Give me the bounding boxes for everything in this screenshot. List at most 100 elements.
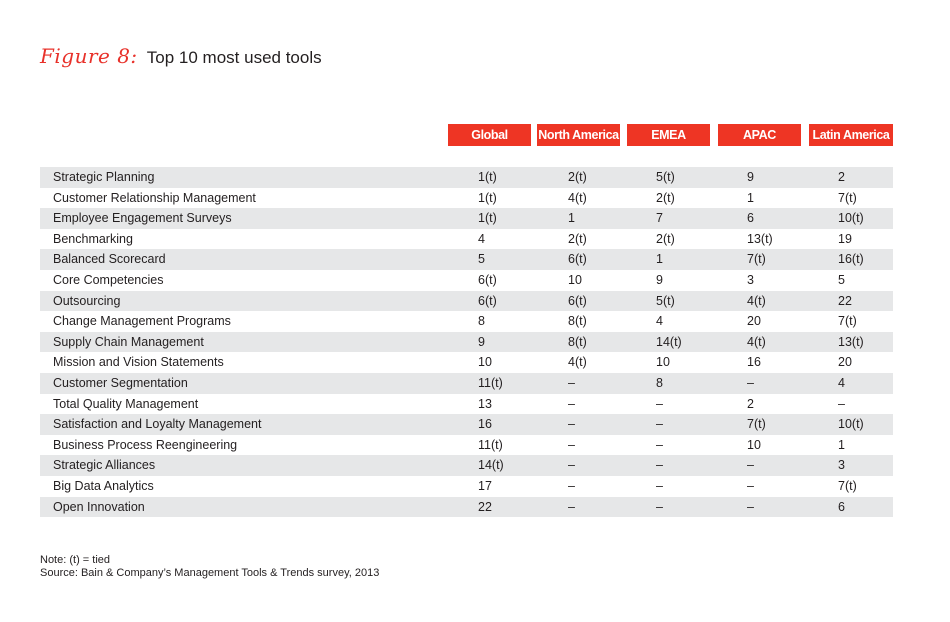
rank-north-america: 8(t): [568, 334, 587, 349]
tool-name: Outsourcing: [53, 293, 121, 308]
rank-apac: 7(t): [747, 417, 766, 432]
table-row: Open Innovation 22 – – – 6: [40, 496, 893, 518]
rank-north-america: –: [568, 478, 575, 493]
table-row: Outsourcing 6(t) 6(t) 5(t) 4(t) 22: [40, 290, 893, 312]
table-row: Benchmarking 4 2(t) 2(t) 13(t) 19: [40, 229, 893, 250]
tool-name: Strategic Alliances: [53, 458, 156, 473]
tool-name: Change Management Programs: [53, 314, 231, 329]
table-row: Balanced Scorecard 5 6(t) 1 7(t) 16(t): [40, 249, 893, 270]
rank-emea: 5(t): [656, 293, 675, 308]
rank-north-america: –: [568, 458, 575, 473]
rank-latin-america: 7(t): [838, 478, 857, 493]
column-header-emea: EMEA: [627, 124, 710, 146]
rank-north-america: 4(t): [568, 355, 587, 370]
rank-global: 6(t): [478, 272, 497, 287]
rank-global: 13: [478, 396, 492, 411]
tool-name: Balanced Scorecard: [53, 252, 166, 267]
table-row: Strategic Alliances 14(t) – – – 3: [40, 455, 893, 476]
rank-global: 11(t): [478, 375, 503, 390]
figure-title: Figure 8: Top 10 most used tools: [40, 44, 322, 68]
tool-name: Supply Chain Management: [53, 334, 204, 349]
table-row: Strategic Planning 1(t) 2(t) 5(t) 9 2: [40, 167, 893, 188]
tool-name: Business Process Reengineering: [53, 437, 238, 452]
rank-global: 4: [478, 231, 485, 246]
rank-emea: 4: [656, 314, 663, 329]
rank-global: 17: [478, 478, 492, 493]
rank-latin-america: 22: [838, 293, 852, 308]
figure-heading: Top 10 most used tools: [146, 48, 322, 67]
tool-name: Core Competencies: [53, 272, 164, 287]
rank-latin-america: 6: [838, 499, 845, 514]
rank-emea: 14(t): [656, 334, 682, 349]
rank-north-america: –: [568, 437, 575, 452]
rank-apac: 7(t): [747, 252, 766, 267]
rank-north-america: 1: [568, 211, 575, 226]
rank-emea: 9: [656, 272, 663, 287]
rank-north-america: 2(t): [568, 231, 587, 246]
rank-north-america: 4(t): [568, 190, 587, 205]
table-row: Change Management Programs 8 8(t) 4 20 7(t): [40, 311, 893, 332]
rank-global: 1(t): [478, 190, 497, 205]
rank-emea: 5(t): [656, 170, 675, 184]
rank-north-america: 8(t): [568, 314, 587, 329]
tool-name: Mission and Vision Statements: [53, 355, 224, 370]
table-row: Supply Chain Management 9 8(t) 14(t) 4(t) 13(…: [40, 331, 893, 353]
rank-latin-america: 7(t): [838, 190, 857, 205]
tool-name: Satisfaction and Loyalty Management: [53, 417, 262, 432]
rank-apac: –: [747, 499, 754, 514]
tool-name: Employee Engagement Surveys: [53, 211, 232, 226]
rank-north-america: 10: [568, 272, 582, 287]
rank-global: 1(t): [478, 211, 497, 226]
rank-latin-america: 20: [838, 355, 852, 370]
rank-apac: 4(t): [747, 293, 766, 308]
rank-apac: 10: [747, 437, 761, 452]
footnote-source: Source: Bain & Company’s Management Tool…: [40, 567, 380, 579]
rank-north-america: –: [568, 375, 575, 390]
figure-label: Figure 8:: [40, 44, 138, 68]
rank-emea: 7: [656, 211, 663, 226]
rank-apac: 4(t): [747, 334, 766, 349]
column-header-latin-america: Latin America: [809, 124, 893, 146]
table-row: Core Competencies 6(t) 10 9 3 5: [40, 270, 893, 291]
rank-north-america: –: [568, 417, 575, 432]
rank-emea: –: [656, 458, 663, 473]
rank-latin-america: 3: [838, 458, 845, 473]
rank-global: 9: [478, 334, 485, 349]
rank-emea: –: [656, 437, 663, 452]
column-header-north-america: North America: [537, 124, 620, 146]
rank-emea: –: [656, 499, 663, 514]
rank-latin-america: 2: [838, 170, 845, 184]
rank-apac: 2: [747, 396, 754, 411]
rank-latin-america: 4: [838, 375, 845, 390]
rank-latin-america: –: [838, 396, 845, 411]
rank-apac: 3: [747, 272, 754, 287]
table-row: Total Quality Management 13 – – 2 –: [40, 394, 893, 415]
table-row: Business Process Reengineering 11(t) – – 10 1: [40, 435, 893, 456]
rank-latin-america: 19: [838, 231, 852, 246]
rank-global: 8: [478, 314, 485, 329]
tool-name: Benchmarking: [53, 231, 133, 246]
rank-emea: 2(t): [656, 190, 675, 205]
rank-latin-america: 7(t): [838, 314, 857, 329]
rank-north-america: –: [568, 396, 575, 411]
table-row: Satisfaction and Loyalty Management 16 – – 7…: [40, 414, 893, 435]
column-header-global: Global: [448, 124, 531, 146]
table-row: Customer Relationship Management 1(t) 4(t)…: [40, 188, 893, 209]
rank-north-america: –: [568, 499, 575, 514]
rank-global: 5: [478, 252, 485, 267]
rank-global: 11(t): [478, 437, 503, 452]
rank-apac: 6: [747, 211, 754, 226]
footnote: Note: (t) = tied Source: Bain & Company’…: [40, 554, 379, 580]
footnote-note: Note: (t) = tied: [40, 554, 111, 566]
tools-table: Strategic Planning 1(t) 2(t) 5(t) 9 2 Customer…: [40, 167, 893, 518]
rank-emea: –: [656, 396, 663, 411]
tool-name: Customer Segmentation: [53, 375, 188, 390]
rank-latin-america: 13(t): [838, 334, 864, 349]
rank-global: 22: [478, 499, 492, 514]
rank-latin-america: 5: [838, 272, 845, 287]
tool-name: Strategic Planning: [53, 170, 155, 184]
rank-apac: 1: [747, 190, 754, 205]
rank-north-america: 6(t): [568, 252, 587, 267]
table-row: Employee Engagement Surveys 1(t) 1 7 6 10(t): [40, 208, 893, 229]
rank-emea: 2(t): [656, 231, 675, 246]
